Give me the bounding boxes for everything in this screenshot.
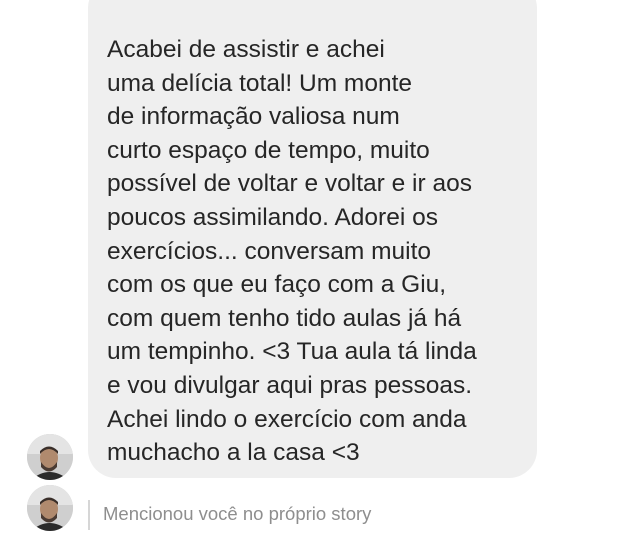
- message-line: muchacho a la casa <3: [107, 439, 360, 467]
- dm-conversation: Acabei de assistir e achei uma delícia t…: [0, 0, 642, 551]
- message-line: um tempinho. <3 Tua aula tá linda: [107, 338, 477, 366]
- message-line: possível de voltar e voltar e ir aos: [107, 170, 472, 198]
- message-line: exercícios... conversam muito: [107, 237, 432, 265]
- message-bubble[interactable]: Acabei de assistir e achei uma delícia t…: [88, 0, 537, 478]
- message-line: uma delícia total! Um monte: [107, 69, 413, 97]
- message-line: e vou divulgar aqui pras pessoas.: [107, 371, 472, 399]
- sender-avatar[interactable]: [27, 485, 73, 531]
- user-avatar-icon: [27, 485, 73, 531]
- message-line: curto espaço de tempo, muito: [107, 136, 430, 164]
- message-line: de informação valiosa num: [107, 103, 400, 131]
- message-line: Acabei de assistir e achei: [107, 36, 385, 63]
- message-line: poucos assimilando. Adorei os: [107, 203, 438, 231]
- message-line: Achei lindo o exercício com anda: [107, 405, 467, 433]
- message-line: com quem tenho tido aulas já há: [107, 304, 462, 332]
- user-avatar-icon: [27, 434, 73, 480]
- story-mention-text[interactable]: Mencionou você no próprio story: [103, 503, 371, 525]
- sender-avatar[interactable]: [27, 434, 73, 480]
- message-line: com os que eu faço com a Giu,: [107, 271, 447, 299]
- story-mention-divider: [88, 500, 90, 530]
